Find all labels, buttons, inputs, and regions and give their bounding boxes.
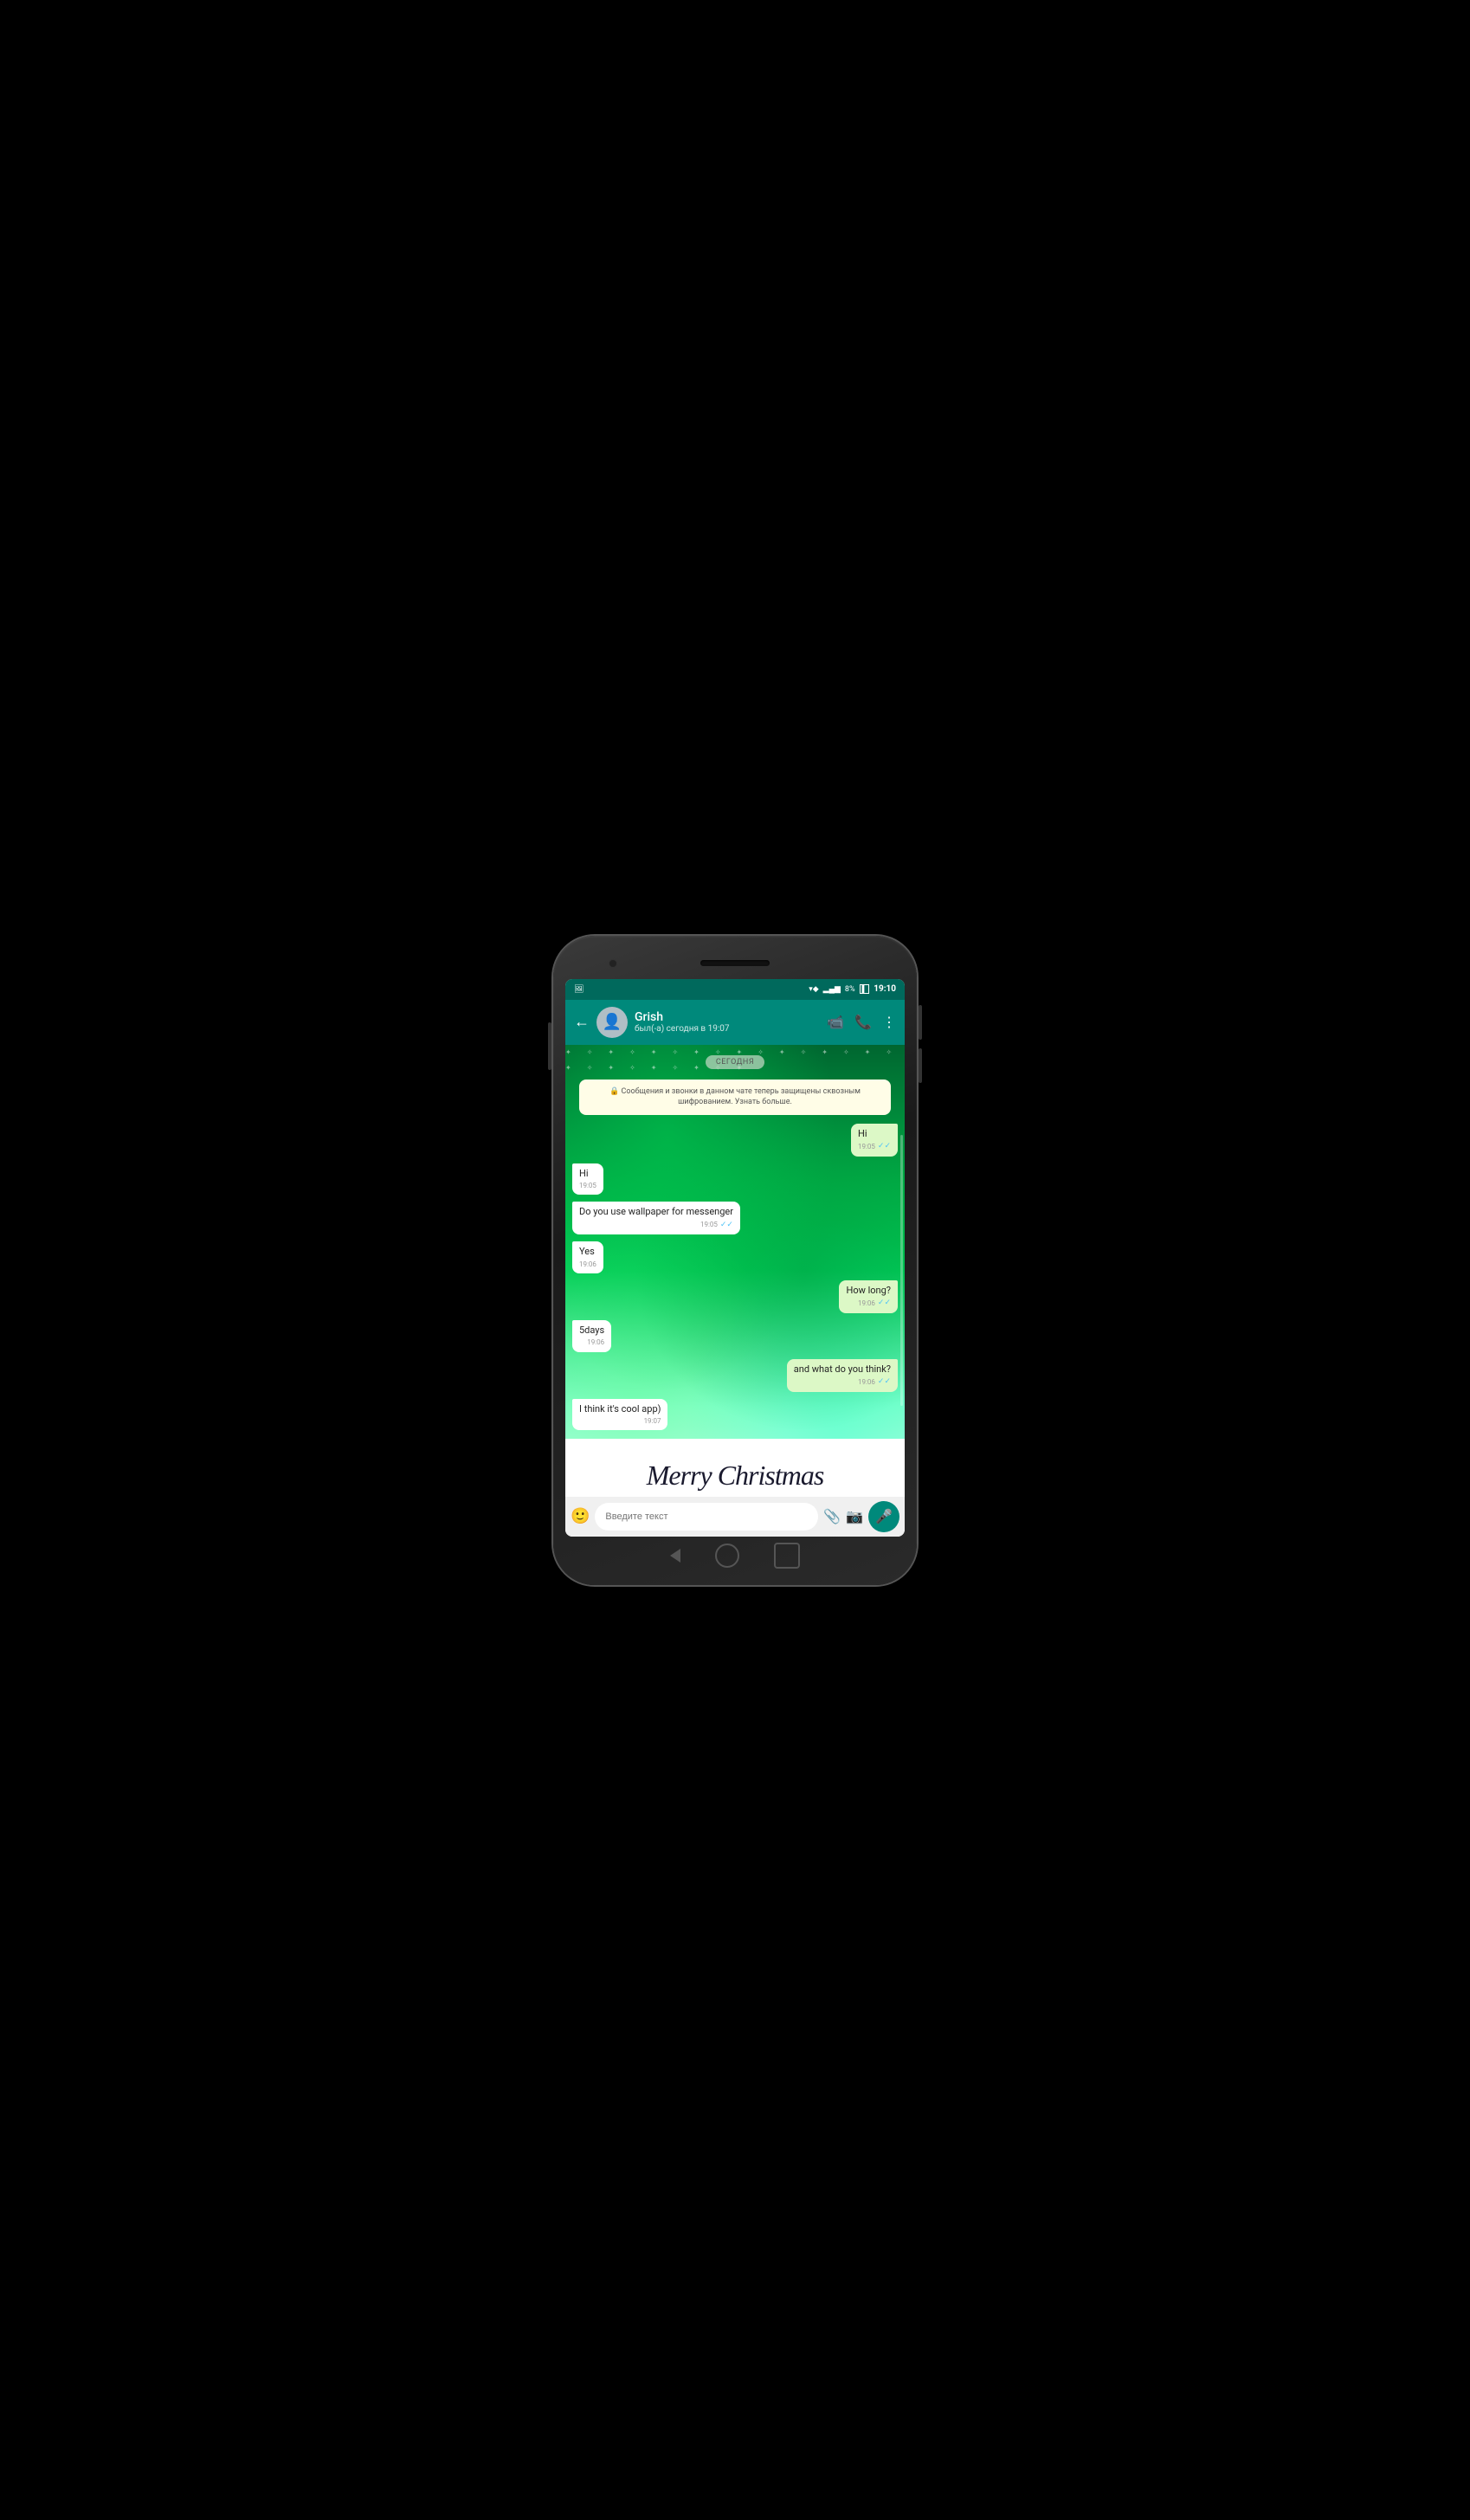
scroll-indicator <box>900 1135 903 1406</box>
phone-call-icon[interactable]: 📞 <box>854 1014 872 1030</box>
chat-header: ← 👤 Grish был(-а) сегодня в 19:07 📹 📞 ⋮ <box>565 1000 905 1045</box>
message-text: I think it's cool app) <box>579 1403 661 1415</box>
message-bubble: Yes 19:06 <box>572 1241 603 1273</box>
message-bubble: Do you use wallpaper for messenger 19:05… <box>572 1202 740 1234</box>
encryption-notice: 🔒 Сообщения и звонки в данном чате тепер… <box>579 1080 891 1115</box>
message-row: I think it's cool app) 19:07 <box>572 1399 898 1431</box>
message-bubble: Hi 19:05 <box>572 1163 603 1196</box>
battery-icon: ▌ <box>860 984 870 994</box>
phone-device: 🖼 ▾◆ ▂▄▆ 8% ▌ 19:10 ← 👤 Grish был(-а) се… <box>553 936 917 1585</box>
message-meta: 19:05 ✓✓ <box>858 1142 891 1152</box>
message-text: Hi <box>858 1128 867 1139</box>
signal-icon: ▂▄▆ <box>823 984 841 994</box>
message-ticks: ✓✓ <box>878 1142 891 1152</box>
header-actions: 📹 📞 ⋮ <box>827 1014 896 1030</box>
message-bubble: How long? 19:06 ✓✓ <box>839 1280 898 1313</box>
message-time: 19:05 <box>700 1221 718 1229</box>
message-text: and what do you think? <box>794 1363 891 1375</box>
phone-screen: 🖼 ▾◆ ▂▄▆ 8% ▌ 19:10 ← 👤 Grish был(-а) се… <box>565 979 905 1537</box>
message-meta: 19:05 <box>579 1182 596 1190</box>
message-text: Hi <box>579 1168 589 1179</box>
message-ticks: ✓✓ <box>878 1299 891 1309</box>
message-time: 19:06 <box>858 1378 875 1387</box>
message-meta: 19:06 ✓✓ <box>846 1299 891 1309</box>
camera-input-icon[interactable]: 📷 <box>846 1508 863 1524</box>
message-bubble: Hi 19:05 ✓✓ <box>851 1124 898 1157</box>
contact-name: Grish <box>635 1010 820 1024</box>
message-text: 5days <box>579 1324 604 1336</box>
notification-icon: 🖼 <box>574 985 583 994</box>
message-bubble: I think it's cool app) 19:07 <box>572 1399 667 1431</box>
video-call-icon[interactable]: 📹 <box>827 1014 844 1030</box>
power-button[interactable] <box>548 1022 551 1070</box>
status-bar: 🖼 ▾◆ ▂▄▆ 8% ▌ 19:10 <box>565 979 905 1000</box>
input-area: 🙂 📎 📷 🎤 <box>565 1497 905 1537</box>
message-time: 19:07 <box>644 1417 661 1426</box>
message-ticks: ✓✓ <box>878 1377 891 1388</box>
message-row: Yes 19:06 <box>572 1241 898 1273</box>
message-text: Yes <box>579 1246 595 1257</box>
message-row: 5days 19:06 <box>572 1320 898 1352</box>
message-meta: 19:05 ✓✓ <box>579 1221 733 1231</box>
message-time: 19:05 <box>858 1143 875 1151</box>
message-time: 19:06 <box>587 1338 604 1347</box>
date-badge: СЕГОДНЯ <box>706 1055 764 1069</box>
message-row: How long? 19:06 ✓✓ <box>572 1280 898 1313</box>
volume-up-button[interactable] <box>919 1005 922 1040</box>
home-nav-button[interactable] <box>715 1544 739 1568</box>
message-time: 19:05 <box>579 1182 596 1190</box>
message-meta: 19:06 ✓✓ <box>794 1377 891 1388</box>
status-bar-right: ▾◆ ▂▄▆ 8% ▌ 19:10 <box>809 984 896 994</box>
status-bar-left: 🖼 <box>574 985 583 994</box>
emoji-icon[interactable]: 🙂 <box>571 1507 590 1525</box>
merry-christmas-area: Merry Christmas <box>565 1439 905 1496</box>
chat-content: СЕГОДНЯ 🔒 Сообщения и звонки в данном ча… <box>565 1045 905 1440</box>
back-button[interactable]: ← <box>574 1013 590 1031</box>
avatar-icon: 👤 <box>603 1013 622 1031</box>
message-meta: 19:06 <box>579 1338 604 1347</box>
chat-area: СЕГОДНЯ 🔒 Сообщения и звонки в данном ча… <box>565 1045 905 1497</box>
merry-christmas-text: Merry Christmas <box>647 1460 824 1492</box>
status-time: 19:10 <box>874 984 896 994</box>
phone-bottom-nav <box>565 1542 905 1569</box>
avatar[interactable]: 👤 <box>596 1007 628 1038</box>
phone-top <box>565 951 905 976</box>
back-nav-button[interactable] <box>670 1549 680 1563</box>
message-text: How long? <box>846 1285 891 1296</box>
message-input[interactable] <box>595 1503 818 1531</box>
speaker <box>700 960 770 966</box>
battery-percentage: 8% <box>845 985 855 994</box>
message-text: Do you use wallpaper for messenger <box>579 1206 733 1217</box>
message-ticks: ✓✓ <box>720 1221 733 1231</box>
more-options-icon[interactable]: ⋮ <box>882 1014 896 1030</box>
mic-icon: 🎤 <box>875 1508 893 1524</box>
message-meta: 19:07 <box>579 1417 661 1426</box>
attach-icon[interactable]: 📎 <box>823 1508 841 1524</box>
volume-down-button[interactable] <box>919 1048 922 1083</box>
recents-nav-button[interactable] <box>774 1543 800 1569</box>
message-time: 19:06 <box>858 1299 875 1308</box>
wifi-icon: ▾◆ <box>809 985 818 994</box>
message-row: Hi 19:05 ✓✓ <box>572 1124 898 1157</box>
message-bubble: and what do you think? 19:06 ✓✓ <box>787 1359 898 1392</box>
mic-button[interactable]: 🎤 <box>868 1501 899 1532</box>
contact-info: Grish был(-а) сегодня в 19:07 <box>635 1010 820 1034</box>
message-row: Do you use wallpaper for messenger 19:05… <box>572 1202 898 1234</box>
message-bubble: 5days 19:06 <box>572 1320 611 1352</box>
message-meta: 19:06 <box>579 1260 596 1269</box>
front-camera <box>609 959 617 968</box>
contact-status: был(-а) сегодня в 19:07 <box>635 1024 820 1034</box>
message-time: 19:06 <box>579 1260 596 1269</box>
message-row: and what do you think? 19:06 ✓✓ <box>572 1359 898 1392</box>
message-row: Hi 19:05 <box>572 1163 898 1196</box>
